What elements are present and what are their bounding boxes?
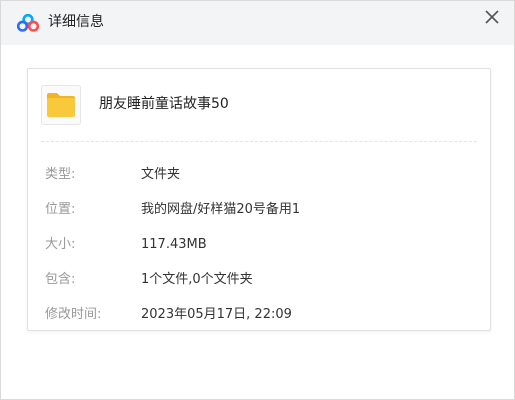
dialog-title: 详细信息 <box>48 14 104 30</box>
title-bar: 详细信息 <box>1 1 514 45</box>
file-name: 朋友睡前童话故事50 <box>99 96 229 112</box>
details-dialog: 详细信息 朋友睡前童话故事50 类型: 文件夹 位置: 我的网盘/好样猫20号备… <box>0 0 515 400</box>
detail-label: 大小: <box>45 237 76 252</box>
detail-label: 位置: <box>45 202 76 217</box>
detail-label: 包含: <box>45 272 76 287</box>
detail-value: 我的网盘/好样猫20号备用1 <box>141 202 301 217</box>
detail-value: 2023年05月17日, 22:09 <box>141 307 292 322</box>
close-icon[interactable] <box>482 7 502 27</box>
detail-value: 1个文件,0个文件夹 <box>141 272 253 287</box>
detail-value: 文件夹 <box>141 167 181 182</box>
file-thumbnail <box>41 85 81 125</box>
divider <box>41 141 477 142</box>
detail-label: 类型: <box>45 167 76 182</box>
baidu-netdisk-logo-icon <box>16 13 40 32</box>
detail-label: 修改时间: <box>45 307 102 322</box>
detail-value: 117.43MB <box>141 237 207 252</box>
folder-icon <box>47 93 75 117</box>
details-panel: 朋友睡前童话故事50 类型: 文件夹 位置: 我的网盘/好样猫20号备用1 大小… <box>27 68 491 331</box>
